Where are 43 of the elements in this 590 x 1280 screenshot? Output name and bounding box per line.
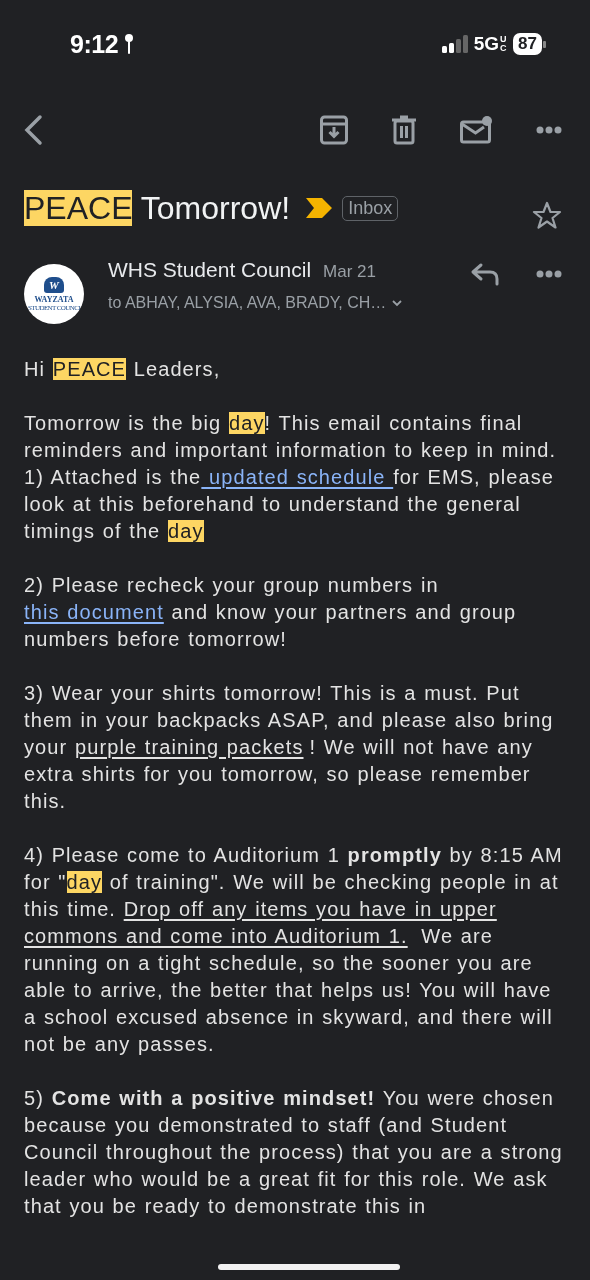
more-button[interactable] (536, 270, 562, 278)
archive-icon (320, 115, 348, 145)
more-button[interactable] (536, 126, 562, 134)
logo-text: WAYZATA (34, 294, 74, 304)
email-paragraph: Tomorrow is the big day! This email contains final reminders and important information to keep in mind. (24, 411, 558, 463)
email-subject: PEACE Tomorrow! (24, 189, 291, 227)
logo-letter: W (44, 276, 64, 293)
email-paragraph: 3) Wear your shirts tomorrow! This is a must. Put them in your backpacks ASAP, and please also bring your purple training packets ! We will not have any extra shirts for you tomorrow, so please remember this. (24, 681, 555, 814)
mark-unread-button[interactable] (460, 116, 492, 144)
reply-icon (470, 262, 500, 286)
network-label: 5G (473, 33, 500, 55)
email-paragraph: 2) Please recheck your group numbers in this document and know your partners and group numbers before tomorrow! (24, 573, 518, 652)
email-date: Mar 21 (323, 262, 376, 282)
link[interactable]: this document (24, 601, 164, 623)
link[interactable]: commons and come into Auditorium 1. (24, 925, 408, 947)
back-icon (22, 114, 44, 146)
link[interactable]: Drop off any items you have in upper (123, 898, 497, 920)
recipients-toggle[interactable]: to ABHAY, ALYSIA, AVA, BRADY, CH… (108, 294, 470, 312)
location-pin-icon (124, 33, 135, 55)
email-paragraph: 5) Come with a positive mindset! You were chosen because you demonstrated to staff (and Student Council throughout the process) that you are a strong leader who would be a great fit for this role. We ask that you be ready to demonstrate this in (24, 1086, 564, 1219)
star-icon[interactable] (532, 201, 562, 229)
sender-name: WHS Student Council (108, 258, 312, 282)
battery-tip-icon (543, 40, 546, 48)
delete-button[interactable] (392, 115, 416, 145)
link[interactable]: purple training packets (74, 736, 304, 758)
email-paragraph: Hi PEACE Leaders, (24, 357, 222, 382)
email-paragraph: 1) Attached is the updated schedule for EMS, please look at this beforehand to understand the general timings of the day (24, 465, 555, 544)
mark-unread-icon (460, 116, 492, 144)
clock-time: 9:12 (70, 29, 119, 59)
network-sub-label: UC (500, 35, 508, 53)
back-button[interactable] (22, 114, 44, 146)
recipients-list: to ABHAY, ALYSIA, AVA, BRADY, CH… (108, 294, 387, 312)
more-icon (536, 270, 562, 278)
inbox-label-chip: Inbox (342, 195, 399, 221)
chevron-down-icon (392, 299, 403, 307)
reply-button[interactable] (470, 262, 500, 286)
delete-icon (392, 115, 416, 145)
link[interactable]: updated schedule (201, 466, 394, 488)
battery-level: 87 (513, 33, 542, 55)
more-icon (536, 126, 562, 134)
signal-icon (441, 35, 468, 53)
email-paragraph: 4) Please come to Auditorium 1 promptly by 8:15 AM for "day of training". We will be checking people in at this time. Drop off any items you have in upper commons and come into Auditorium 1. We are running on a tight schedule, so the sooner you are able to arrive, the better that helps us! You will have a school excused absence in skyward, and there will not be any passes. (24, 843, 564, 1057)
archive-button[interactable] (320, 115, 348, 145)
